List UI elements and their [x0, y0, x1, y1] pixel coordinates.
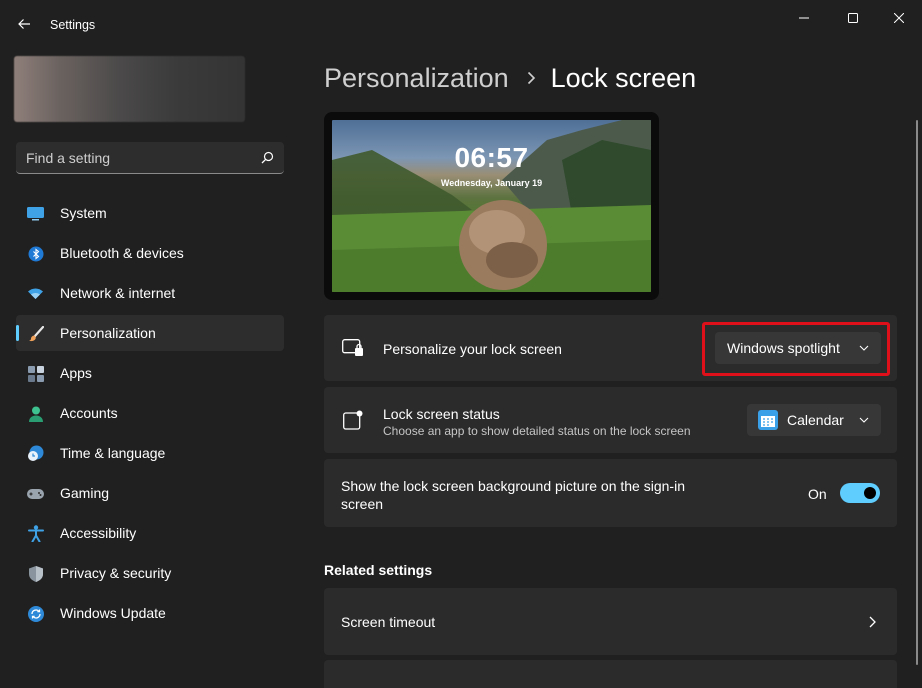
preview-image: 06:57 Wednesday, January 19: [332, 120, 651, 292]
calendar-icon: [758, 410, 778, 430]
accessibility-icon: [27, 525, 44, 542]
sidebar-item-accounts[interactable]: Accounts: [16, 395, 284, 431]
related-settings-heading: Related settings: [324, 562, 433, 578]
sidebar-item-label: Gaming: [60, 485, 110, 501]
wifi-icon: [27, 285, 44, 302]
status-icon: [342, 409, 364, 431]
update-icon: [27, 605, 44, 622]
search-input[interactable]: Find a setting: [26, 150, 261, 166]
sidebar-item-label: System: [60, 205, 107, 221]
page-title: Lock screen: [550, 62, 697, 93]
lock-screen-status-card: Lock screen status Choose an app to show…: [324, 387, 897, 453]
brush-icon: [27, 325, 44, 342]
status-dropdown-value: Calendar: [787, 412, 844, 428]
chevron-down-icon: [859, 417, 869, 423]
close-icon: [894, 13, 904, 23]
lock-screen-preview: 06:57 Wednesday, January 19: [324, 112, 659, 300]
minimize-button[interactable]: [784, 4, 824, 32]
sidebar-item-system[interactable]: System: [16, 195, 284, 231]
breadcrumb-parent[interactable]: Personalization: [324, 63, 509, 94]
sidebar-item-windows-update[interactable]: Windows Update: [16, 595, 284, 631]
sidebar-item-apps[interactable]: Apps: [16, 355, 284, 391]
sidebar-item-label: Bluetooth & devices: [60, 245, 184, 261]
user-profile-card[interactable]: [14, 56, 245, 122]
scrollbar[interactable]: [916, 120, 918, 665]
related-settings-item-partial[interactable]: [324, 660, 897, 688]
maximize-icon: [848, 13, 858, 23]
sidebar-item-label: Privacy & security: [60, 565, 172, 581]
status-subtitle: Choose an app to show detailed status on…: [383, 424, 691, 438]
personalize-title: Personalize your lock screen: [383, 341, 562, 357]
title-bar: Settings: [0, 0, 922, 50]
apps-icon: [27, 365, 44, 382]
chevron-right-icon: [527, 71, 536, 85]
sidebar-item-label: Accessibility: [60, 525, 137, 541]
gamepad-icon: [27, 485, 44, 502]
system-icon: [27, 205, 44, 222]
sidebar-item-accessibility[interactable]: Accessibility: [16, 515, 284, 551]
preview-date: Wednesday, January 19: [440, 178, 543, 188]
sidebar-item-label: Network & internet: [60, 285, 176, 301]
minimize-icon: [799, 17, 809, 19]
bluetooth-icon: [27, 245, 44, 262]
sidebar-item-label: Time & language: [60, 445, 166, 461]
search-box[interactable]: Find a setting: [16, 142, 284, 174]
window-title: Settings: [50, 18, 96, 32]
signin-background-toggle[interactable]: [840, 483, 880, 503]
back-arrow-icon: [18, 19, 30, 29]
signin-background-title: Show the lock screen background picture …: [341, 478, 685, 512]
clock-globe-icon: [27, 445, 44, 462]
screen-timeout-label: Screen timeout: [341, 614, 436, 630]
sidebar-item-gaming[interactable]: Gaming: [16, 475, 284, 511]
toggle-state-label: On: [808, 486, 827, 502]
sidebar-item-network[interactable]: Network & internet: [16, 275, 284, 311]
close-button[interactable]: [879, 4, 919, 32]
chevron-right-icon: [869, 616, 876, 628]
lock-screen-icon: [342, 337, 364, 359]
sidebar-nav: System Bluetooth & devices Network & int…: [16, 195, 284, 635]
sidebar-item-privacy[interactable]: Privacy & security: [16, 555, 284, 591]
sidebar-item-label: Apps: [60, 365, 92, 381]
account-icon: [27, 405, 44, 422]
back-button[interactable]: [12, 12, 36, 36]
shield-icon: [27, 565, 44, 582]
status-dropdown[interactable]: Calendar: [747, 404, 881, 436]
breadcrumb: Personalization Lock screen: [324, 58, 696, 98]
sidebar-item-bluetooth[interactable]: Bluetooth & devices: [16, 235, 284, 271]
sidebar-item-personalization[interactable]: Personalization: [16, 315, 284, 351]
sidebar-item-label: Accounts: [60, 405, 118, 421]
sidebar-item-label: Windows Update: [60, 605, 166, 621]
sidebar-item-label: Personalization: [60, 325, 156, 341]
maximize-button[interactable]: [833, 4, 873, 32]
highlight-box: [702, 322, 890, 376]
preview-time: 06:57: [454, 142, 529, 173]
status-title: Lock screen status: [383, 406, 500, 422]
screen-timeout-item[interactable]: Screen timeout: [324, 588, 897, 655]
search-icon: [261, 151, 274, 164]
sidebar-item-time-language[interactable]: Time & language: [16, 435, 284, 471]
